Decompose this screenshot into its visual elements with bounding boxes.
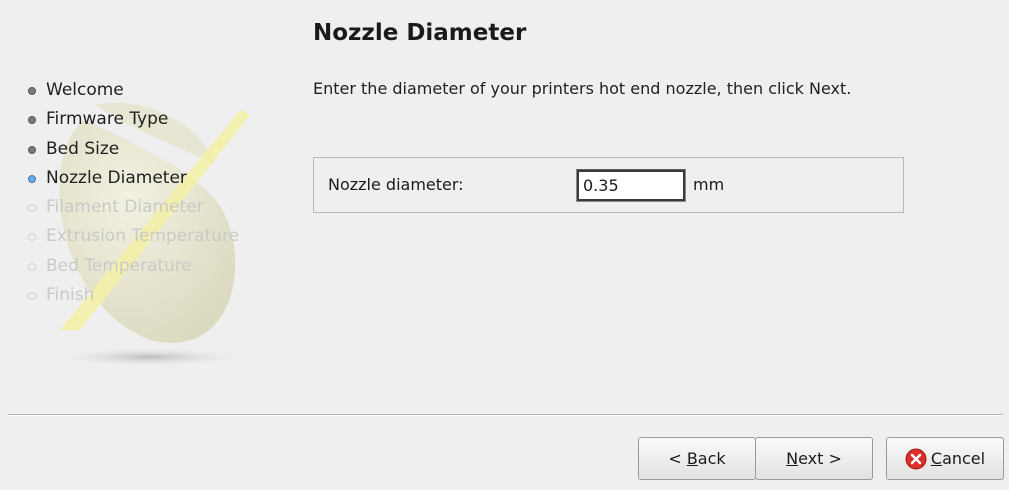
step-label: Welcome bbox=[46, 80, 124, 100]
step-bullet-icon bbox=[28, 292, 36, 301]
step-label: Bed Size bbox=[46, 138, 120, 159]
step-label: Firmware Type bbox=[46, 109, 169, 130]
page-title: Nozzle Diameter bbox=[313, 20, 527, 46]
back-button-mnemonic: B bbox=[686, 449, 698, 468]
step-extrusion-temperature: Extrusion Temperature bbox=[28, 224, 239, 253]
nozzle-diameter-input[interactable] bbox=[576, 169, 686, 202]
page-description: Enter the diameter of your printers hot … bbox=[313, 79, 852, 98]
step-bullet-icon bbox=[28, 145, 36, 154]
step-bullet-icon bbox=[28, 204, 36, 213]
step-filament-diameter: Filament Diameter bbox=[28, 195, 239, 224]
step-bullet-icon bbox=[28, 87, 36, 95]
nozzle-diameter-group: Nozzle diameter: mm bbox=[313, 157, 904, 213]
step-bullet-icon bbox=[28, 262, 36, 271]
back-button[interactable]: < Back bbox=[638, 437, 756, 480]
step-bullet-icon bbox=[28, 174, 36, 183]
back-button-prefix: < bbox=[668, 449, 687, 468]
step-finish: Finish bbox=[28, 283, 239, 312]
step-label: Extrusion Temperature bbox=[46, 226, 240, 247]
wizard-steps-list: Welcome Firmware Type Bed Size Nozzle Di… bbox=[28, 78, 239, 312]
cancel-button[interactable]: Cancel bbox=[886, 437, 1004, 480]
nozzle-diameter-label: Nozzle diameter: bbox=[328, 175, 464, 194]
next-button[interactable]: Next > bbox=[755, 437, 873, 480]
button-divider bbox=[8, 414, 1003, 416]
next-button-mnemonic: N bbox=[786, 449, 799, 468]
step-bullet-icon bbox=[28, 116, 36, 125]
back-button-label: ack bbox=[697, 449, 726, 468]
step-label: Bed Temperature bbox=[46, 255, 193, 276]
cancel-icon bbox=[905, 448, 927, 469]
cancel-button-label: ancel bbox=[942, 449, 986, 468]
step-bed-size: Bed Size bbox=[28, 137, 239, 166]
cancel-button-mnemonic: C bbox=[930, 449, 943, 468]
step-bullet-icon bbox=[28, 233, 36, 242]
next-button-label: ext > bbox=[798, 449, 842, 468]
step-bed-temperature: Bed Temperature bbox=[28, 254, 239, 283]
step-label: Nozzle Diameter bbox=[46, 167, 187, 188]
wizard-sidebar: Welcome Firmware Type Bed Size Nozzle Di… bbox=[0, 0, 300, 400]
step-label: Filament Diameter bbox=[46, 197, 204, 218]
unit-label: mm bbox=[693, 175, 725, 194]
step-welcome: Welcome bbox=[28, 78, 239, 107]
step-firmware-type: Firmware Type bbox=[28, 107, 239, 136]
step-label: Finish bbox=[46, 285, 95, 306]
step-nozzle-diameter: Nozzle Diameter bbox=[28, 166, 239, 195]
